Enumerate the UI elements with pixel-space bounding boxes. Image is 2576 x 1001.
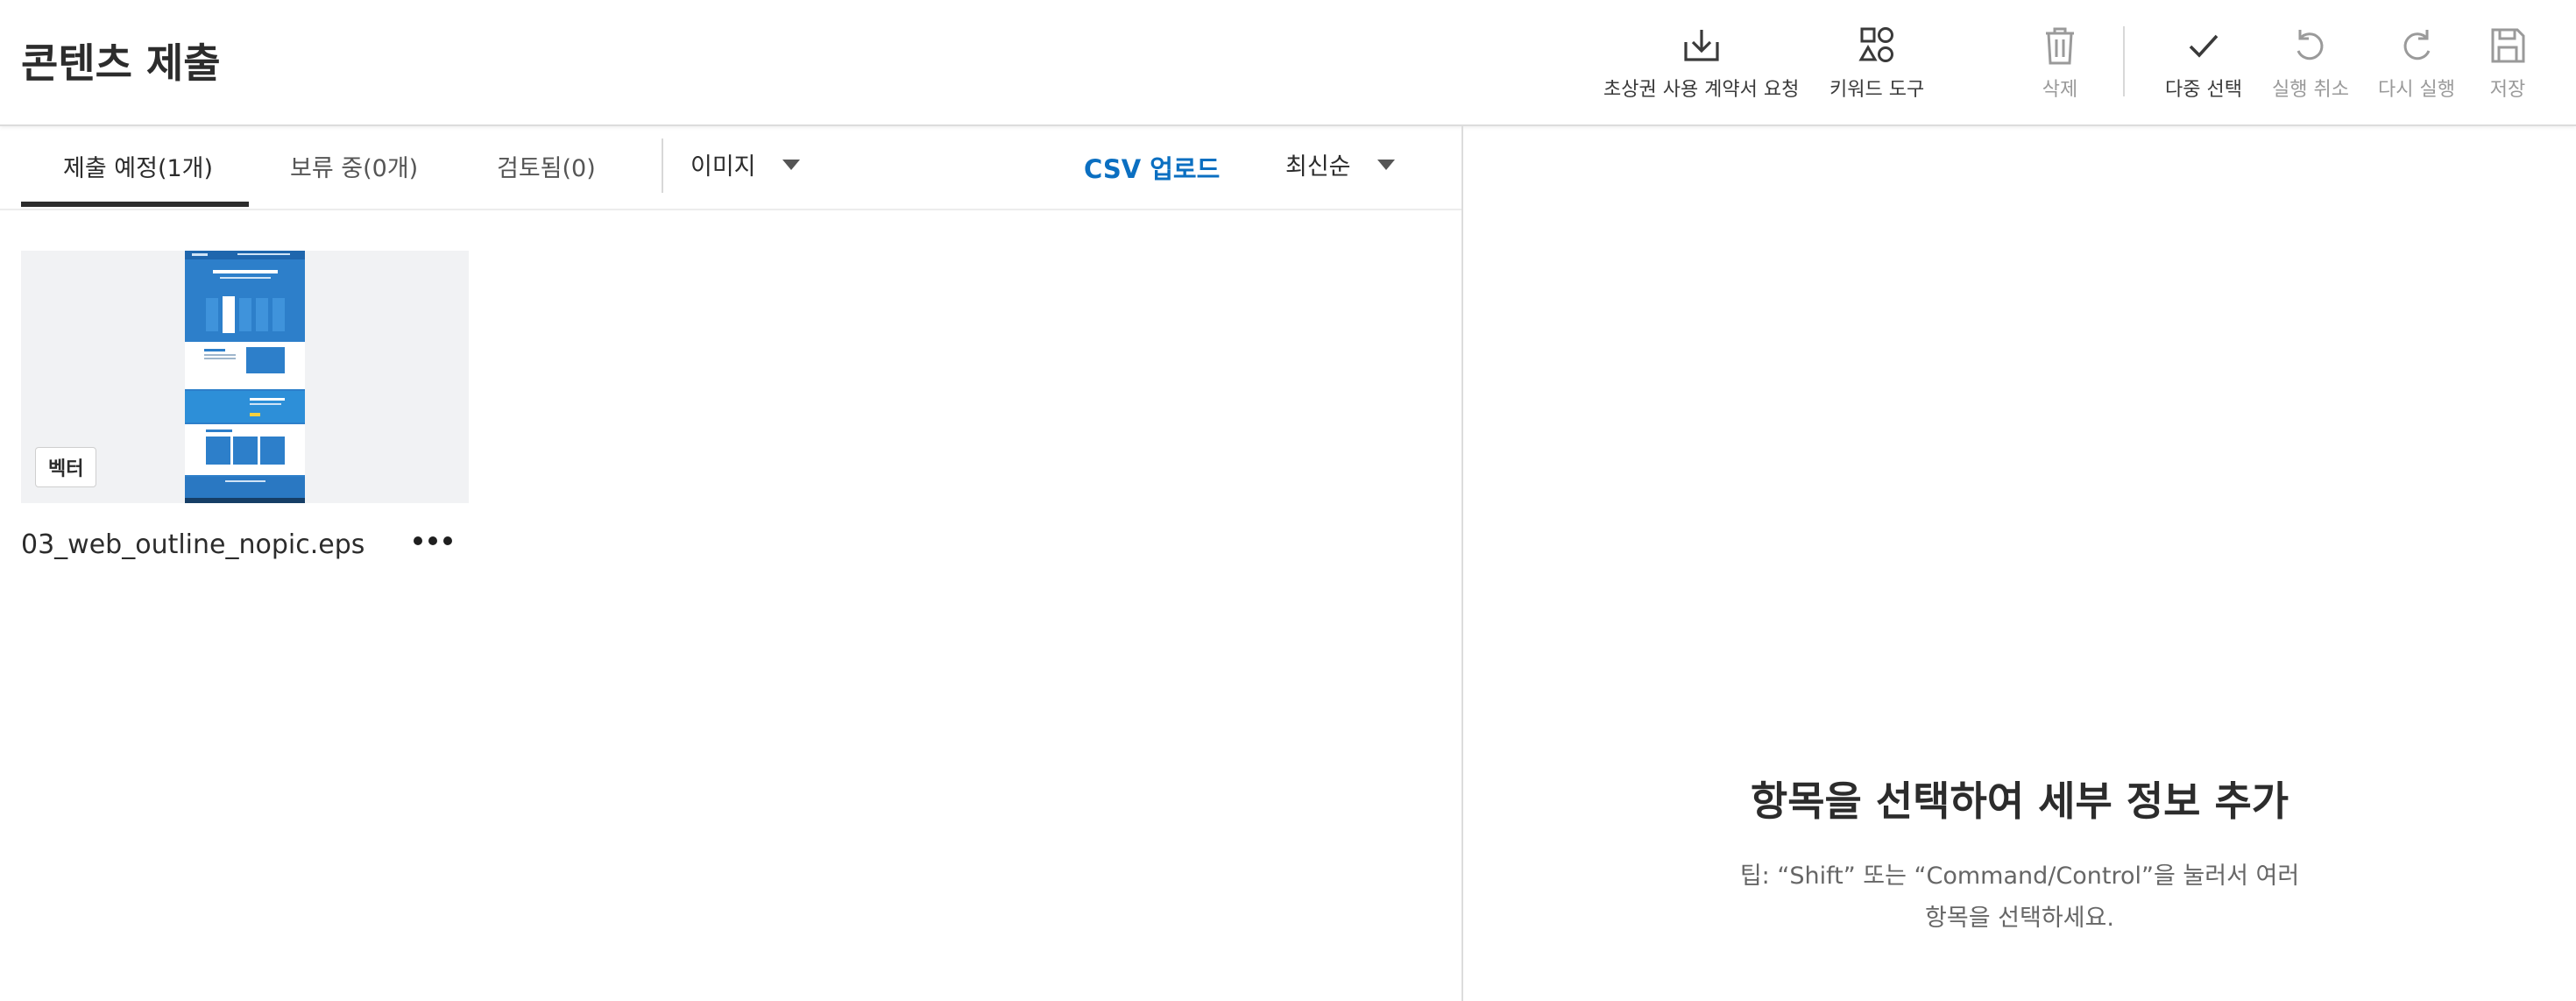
sort-label: 최신순: [1285, 153, 1351, 181]
csv-upload-link[interactable]: CSV 업로드: [1084, 149, 1220, 186]
trash-icon: [2046, 27, 2074, 65]
delete-button[interactable]: 삭제: [2037, 23, 2083, 102]
multi-select-button[interactable]: 다중 선택: [2165, 23, 2242, 102]
vector-badge: 벡터: [35, 447, 97, 487]
more-dot: [414, 536, 422, 545]
more-dot: [428, 536, 437, 545]
undo-button[interactable]: 실행 취소: [2272, 23, 2349, 102]
keyword-tool-label: 키워드 도구: [1829, 79, 1925, 101]
file-name: 03_web_outline_nopic.eps: [21, 529, 365, 560]
empty-state-tip: 팁: “Shift” 또는 “Command/Control”을 눌러서 여러 …: [1739, 863, 2300, 932]
save-icon: [2491, 28, 2525, 63]
toolbar-separator: [2123, 26, 2125, 96]
multi-select-label: 다중 선택: [2165, 79, 2242, 101]
type-filter-dropdown[interactable]: 이미지: [690, 147, 800, 181]
chevron-down-icon: [782, 159, 800, 170]
tab-to-submit[interactable]: 제출 예정(1개): [63, 149, 213, 183]
tab-pending[interactable]: 보류 중(0개): [290, 149, 418, 183]
thumbnail[interactable]: 벡터: [21, 251, 469, 503]
tab-reviewed[interactable]: 검토됨(0): [497, 149, 596, 183]
active-tab-indicator: [21, 202, 249, 207]
sort-dropdown[interactable]: 최신순: [1285, 147, 1395, 181]
empty-state-title: 항목을 선택하여 세부 정보 추가: [1750, 777, 2289, 825]
web-layout-preview-image: [185, 251, 305, 503]
save-button[interactable]: 저장: [2485, 23, 2530, 102]
undo-icon: [2296, 30, 2324, 60]
tab-bar: 제출 예정(1개) 보류 중(0개) 검토됨(0) 이미지 CSV 업로드 최신…: [0, 126, 1461, 210]
shapes-icon: [1858, 27, 1894, 62]
page-title: 콘텐츠 제출: [21, 39, 221, 87]
chevron-down-icon: [1376, 159, 1395, 170]
content-panel: 제출 예정(1개) 보류 중(0개) 검토됨(0) 이미지 CSV 업로드 최신…: [0, 126, 1461, 1001]
details-panel: 항목을 선택하여 세부 정보 추가 팁: “Shift” 또는 “Command…: [1463, 126, 2576, 1001]
save-label: 저장: [2489, 79, 2526, 101]
keyword-tool-button[interactable]: 키워드 도구: [1829, 23, 1924, 102]
release-request-label: 초상권 사용 계약서 요청: [1603, 79, 1800, 101]
check-icon: [2189, 34, 2219, 58]
more-dot: [443, 536, 452, 545]
release-request-button[interactable]: 초상권 사용 계약서 요청: [1603, 23, 1799, 102]
redo-label: 다시 실행: [2378, 79, 2455, 101]
content-card[interactable]: 벡터 03_web_outline_nopic.eps: [21, 251, 469, 560]
download-icon: [1684, 30, 1719, 61]
more-icon[interactable]: [414, 528, 452, 554]
type-filter-label: 이미지: [690, 153, 756, 181]
top-header: 콘텐츠 제출 초상권 사용 계약서 요청 키워드 도구 삭제 다중 선택 실행 …: [0, 0, 2576, 126]
redo-icon: [2403, 30, 2431, 60]
redo-button[interactable]: 다시 실행: [2378, 23, 2455, 102]
tab-separator: [662, 138, 663, 193]
undo-label: 실행 취소: [2272, 79, 2349, 101]
delete-label: 삭제: [2042, 79, 2078, 101]
